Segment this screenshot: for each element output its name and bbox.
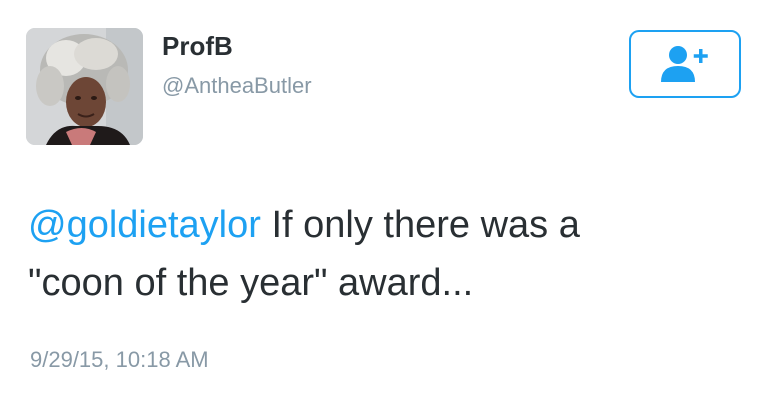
follow-button[interactable] <box>629 30 741 98</box>
tweet-text-line1: If only there was a <box>260 204 580 246</box>
follow-user-icon <box>661 46 708 82</box>
avatar-image <box>26 28 143 145</box>
tweet-text-line2: "coon of the year" award... <box>28 262 474 304</box>
tweet-timestamp[interactable]: 9/29/15, 10:18 AM <box>30 346 209 374</box>
mention-link[interactable]: @goldietaylor <box>28 204 261 246</box>
tweet-text: @goldietaylor If only there was a "coon o… <box>28 196 748 312</box>
display-name[interactable]: ProfB <box>162 30 233 62</box>
avatar[interactable] <box>26 28 143 145</box>
user-handle[interactable]: @AntheaButler <box>162 72 312 100</box>
